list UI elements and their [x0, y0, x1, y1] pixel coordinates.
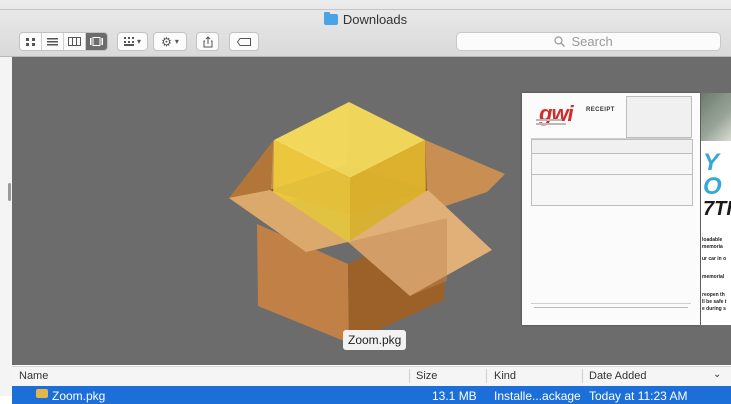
gear-icon: ⚙ [161, 34, 172, 49]
titlebar-edge [0, 9, 731, 10]
search-icon [553, 36, 565, 47]
gallery-view-button[interactable] [86, 33, 107, 50]
column-header-date-added[interactable]: Date Added [589, 370, 647, 382]
grid-icon [25, 37, 35, 46]
banner-text: e during s [702, 306, 726, 312]
banner-text: memorial [702, 274, 725, 280]
file-name: Zoom.pkg [52, 389, 106, 403]
receipt-text-line [536, 119, 562, 121]
list-icon [47, 37, 58, 45]
icon-view-button[interactable] [20, 33, 42, 50]
sidebar-resize-handle[interactable] [8, 183, 11, 201]
gallery-icon [90, 37, 103, 46]
banner-text: ur car in o [702, 256, 727, 262]
receipt-payment-box [531, 174, 693, 206]
banner-heading: O [703, 173, 722, 200]
list-view-button[interactable] [42, 33, 64, 50]
window-title-text: Downloads [342, 12, 408, 27]
search-input[interactable] [569, 33, 624, 50]
sidebar-edge [0, 57, 12, 396]
window-titlebar: Downloads ▾ ⚙ ▾ [0, 0, 731, 57]
folder-icon [323, 12, 338, 25]
column-header-kind[interactable]: Kind [494, 370, 516, 382]
receipt-footer-divider [531, 303, 691, 304]
chevron-down-icon[interactable]: ⌄ [713, 369, 721, 380]
receipt-summary-box [531, 139, 693, 154]
receipt-footer-text [534, 307, 688, 308]
action-menu-button[interactable]: ⚙ ▾ [153, 32, 187, 51]
search-field[interactable] [456, 32, 721, 51]
chevron-down-icon: ▾ [136, 37, 141, 46]
banner-thumbnail[interactable]: Y O 7TI loadable memoria ur car in o mem… [701, 93, 731, 325]
banner-text: reopen th [702, 292, 725, 298]
group-icon [123, 37, 134, 46]
column-divider[interactable] [582, 369, 583, 383]
file-caption-text: Zoom.pkg [348, 333, 402, 347]
banner-text: memoria [702, 244, 723, 250]
column-header-name[interactable]: Name [19, 370, 48, 382]
column-header-size[interactable]: Size [416, 370, 437, 382]
file-date-added: Today at 11:23 AM [589, 389, 688, 403]
banner-text: loadable [702, 237, 723, 243]
tags-button[interactable] [229, 32, 259, 51]
columns-icon [68, 37, 81, 46]
receipt-info-box [626, 96, 692, 138]
file-kind: Installe...ackage [494, 389, 581, 403]
receipt-thumbnail[interactable]: gwi RECEIPT [522, 93, 700, 325]
banner-heading: Y [703, 149, 720, 176]
receipt-label: RECEIPT [586, 107, 615, 113]
gallery-preview: Zoom.pkg gwi RECEIPT Y O 7TI loadable me… [12, 57, 731, 365]
tag-icon [237, 37, 251, 46]
chevron-down-icon: ▾ [174, 37, 179, 46]
column-divider[interactable] [486, 369, 487, 383]
column-view-button[interactable] [64, 33, 86, 50]
receipt-text-line [536, 123, 566, 125]
group-by-button[interactable]: ▾ [117, 32, 148, 51]
banner-text: ll be safe t [702, 299, 727, 305]
receipt-table [531, 153, 693, 175]
share-icon [203, 35, 212, 47]
file-size: 13.1 MB [432, 389, 477, 403]
package-file-icon [36, 389, 48, 398]
file-caption: Zoom.pkg [343, 330, 407, 350]
window-title: Downloads [0, 12, 731, 27]
table-row[interactable]: Zoom.pkg 13.1 MB Installe...ackage Today… [12, 386, 731, 404]
list-header: Name Size Kind Date Added ⌄ [12, 366, 731, 387]
banner-heading: 7TI [703, 198, 731, 220]
share-button[interactable] [196, 32, 219, 51]
banner-photo [701, 93, 731, 141]
column-divider[interactable] [409, 369, 410, 383]
view-mode-control[interactable] [19, 32, 108, 51]
